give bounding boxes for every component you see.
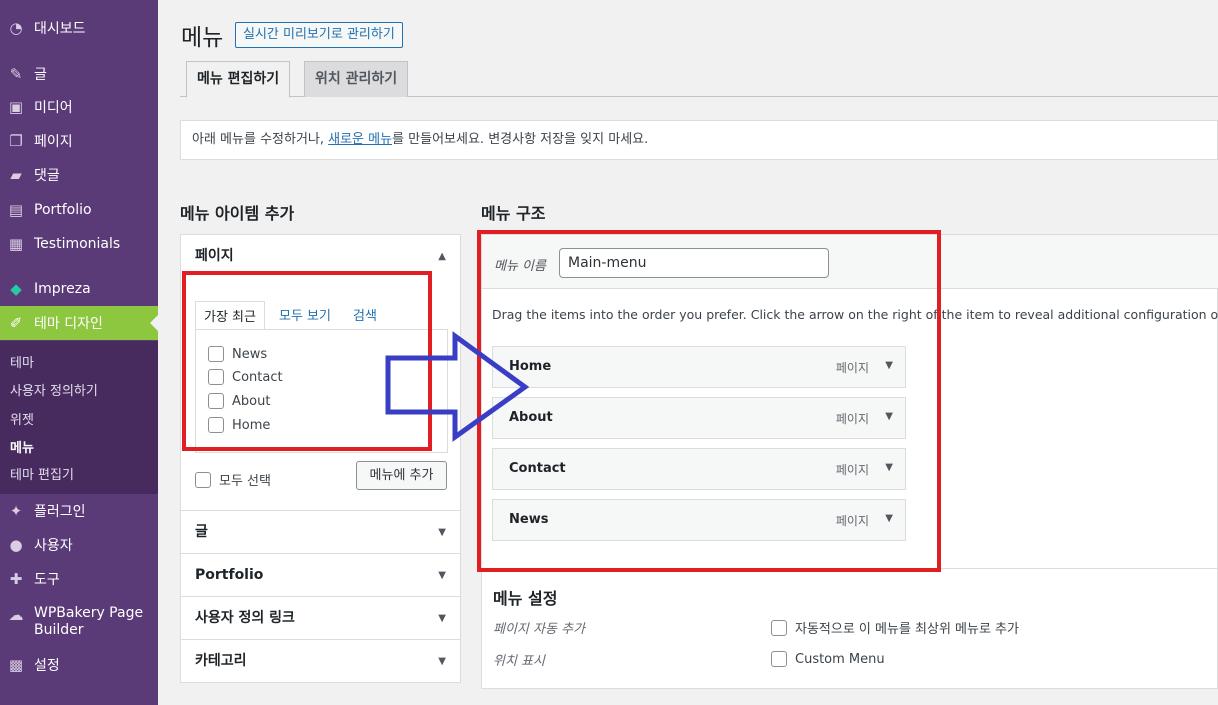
blue-arrow-icon [385,331,530,442]
annotation-arrow-overlay [385,331,530,442]
